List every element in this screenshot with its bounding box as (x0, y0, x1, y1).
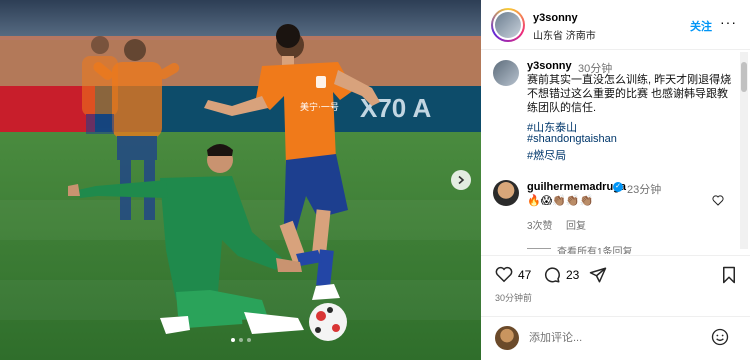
follow-button[interactable]: 关注 (690, 18, 712, 34)
author-avatar[interactable] (491, 8, 525, 42)
like-heart-icon[interactable] (495, 266, 513, 288)
chevron-right-icon (458, 175, 465, 185)
current-user-avatar (495, 326, 519, 350)
carousel-dot (246, 338, 251, 342)
comments-area[interactable]: y3sonny 30分钟 赛前其实一直没怎么训练, 昨天才刚退得烧 不想错过这么… (481, 51, 750, 254)
carousel-dot (238, 338, 243, 342)
comment-likes[interactable]: 3次赞 (527, 217, 553, 232)
more-options-icon[interactable]: ··· (720, 14, 737, 30)
author-username[interactable]: y3sonny (533, 12, 578, 24)
comment-input[interactable] (529, 329, 689, 347)
comment-bubble-icon[interactable] (543, 266, 561, 289)
bookmark-icon[interactable] (721, 266, 737, 289)
hashtag-link[interactable]: #shandongtaishan (527, 133, 617, 145)
next-photo-button[interactable] (451, 170, 471, 190)
carousel-dot (230, 338, 235, 342)
carousel-indicator (0, 338, 481, 342)
view-replies-link[interactable]: 查看所有1条回复 (557, 243, 633, 254)
caption-username[interactable]: y3sonny (527, 60, 572, 72)
commenter-username[interactable]: guilhermemadruga (527, 181, 626, 193)
caption-avatar[interactable] (493, 60, 519, 86)
divider (527, 248, 551, 249)
scrollbar-thumb[interactable] (741, 62, 747, 92)
post-location[interactable]: 山东省 济南市 (533, 27, 596, 42)
caption-text: 赛前其实一直没怎么训练, 昨天才刚退得烧 不想错过这么重要的比赛 也感谢韩导跟教… (527, 74, 732, 114)
comment-count[interactable]: 23 (566, 268, 579, 282)
hashtag-link[interactable]: #燃尽局 (527, 147, 566, 163)
share-send-icon[interactable] (589, 266, 607, 289)
jersey-sponsor-text: 美宁·一号 (300, 101, 339, 113)
post-photo[interactable]: X70 A 美宁·一号 (0, 0, 481, 360)
comment-text: 🔥😱👏🏽👏🏽👏🏽 (527, 195, 594, 207)
commenter-avatar[interactable] (493, 180, 519, 206)
comment-like-icon[interactable] (712, 195, 724, 209)
post-viewer: X70 A 美宁·一号 y3sonny 山东省 济南市 关注 ··· y3son… (0, 0, 750, 360)
emoji-smile-icon[interactable] (711, 328, 729, 351)
reply-button[interactable]: 回复 (566, 217, 586, 232)
football-match-photo: X70 A 美宁·一号 (0, 0, 481, 360)
post-header: y3sonny 山东省 济南市 关注 ··· (481, 0, 750, 50)
post-time-ago: 30分钟前 (495, 293, 533, 303)
like-count[interactable]: 47 (518, 268, 531, 282)
comment-composer (481, 316, 750, 360)
comment-time: 23分钟 (627, 184, 662, 196)
verified-badge-icon: ✓ (613, 182, 623, 192)
post-actions: 47 23 30分钟前 (481, 255, 750, 305)
post-sidebar: y3sonny 山东省 济南市 关注 ··· y3sonny 30分钟 赛前其实… (481, 0, 750, 360)
